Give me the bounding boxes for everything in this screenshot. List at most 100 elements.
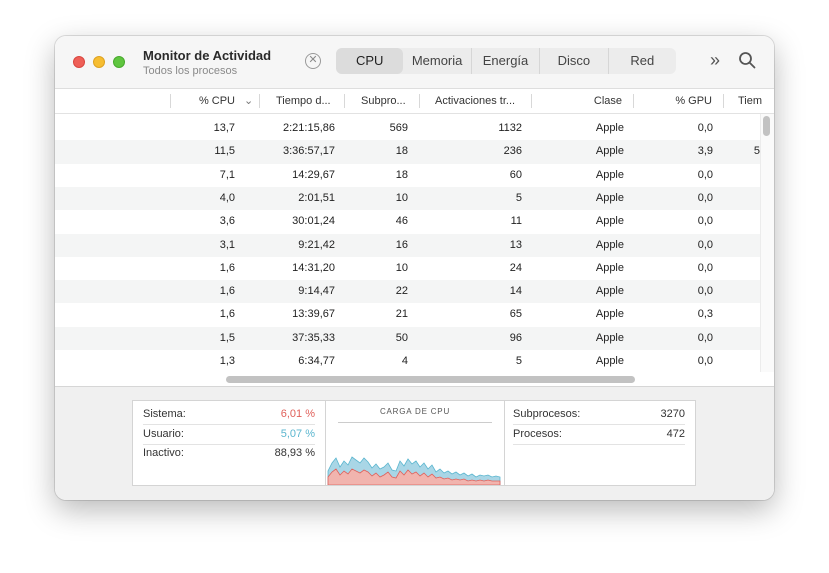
cell-wakeups: 1132	[498, 122, 522, 134]
cell-cpu: 1,6	[219, 308, 235, 321]
search-icon[interactable]	[738, 51, 756, 69]
cell-threads: 10	[395, 191, 408, 204]
table-row[interactable]: 7,1 14:29,67 18 60 Apple 0,0	[55, 164, 760, 187]
cell-threads: 4	[401, 355, 408, 367]
vertical-scroll-track[interactable]	[760, 114, 774, 372]
table-row[interactable]: 4,0 2:01,51 10 5 Apple 0,0	[55, 186, 760, 211]
processes-stat: Procesos: 472	[513, 425, 685, 445]
cell-threads: 18	[395, 145, 408, 158]
cell-time: 9:14,47	[298, 285, 335, 298]
table-row[interactable]: 3,6 30:01,24 46 11 Apple 0,0	[55, 210, 760, 233]
processes-label: Procesos:	[513, 428, 562, 440]
titlebar: Monitor de Actividad Todos los procesos …	[55, 36, 774, 89]
system-value: 6,01 %	[280, 408, 315, 420]
table-row[interactable]: 1,3 6:34,77 4 5 Apple 0,0	[55, 350, 760, 372]
column-header-cpu[interactable]: % CPU	[173, 89, 235, 113]
cell-wakeups: 5	[515, 191, 522, 204]
window-title: Monitor de Actividad	[143, 48, 272, 63]
cell-wakeups: 60	[509, 168, 522, 181]
cell-wakeups: 13	[509, 238, 522, 251]
column-header-threads[interactable]: Subpro...	[361, 89, 413, 113]
process-table: 13,7 2:21:15,86 569 1132 Apple 0,0 11,5 3:36:57…	[55, 114, 760, 372]
tab-cpu[interactable]: CPU	[336, 48, 404, 74]
cell-time: 9:21,42	[298, 238, 335, 251]
table-row[interactable]: 1,6 9:14,47 22 14 Apple 0,0	[55, 280, 760, 304]
cell-time: 3:36:57,17	[283, 145, 335, 158]
cell-kind: Apple	[595, 215, 624, 228]
cell-wakeups: 65	[509, 308, 522, 321]
column-header-gpu[interactable]: % GPU	[655, 89, 712, 113]
cell-kind: Apple	[595, 191, 624, 204]
table-header: % CPU ⌄ Tiempo d... Subpro... Activacion…	[55, 89, 774, 114]
cell-gpu: 0,0	[697, 191, 713, 204]
cell-cpu: 4,0	[219, 191, 235, 204]
cell-time: 2:01,51	[298, 191, 335, 204]
cell-threads: 21	[395, 308, 408, 321]
table-row[interactable]: 13,7 2:21:15,86 569 1132 Apple 0,0	[55, 117, 760, 140]
cell-cpu: 3,1	[219, 238, 235, 251]
cell-kind: Apple	[595, 122, 624, 134]
cell-threads: 18	[395, 168, 408, 181]
cell-time: 2:21:15,86	[283, 122, 335, 134]
horizontal-scrollbar-thumb[interactable]	[226, 376, 635, 383]
window-subtitle: Todos los procesos	[143, 65, 238, 77]
table-row[interactable]: 3,1 9:21,42 16 13 Apple 0,0	[55, 233, 760, 257]
tab-bar: CPU Memoria Energía Disco Red	[336, 48, 676, 74]
column-header-time[interactable]: Tiempo d...	[276, 89, 346, 113]
activity-monitor-window: Monitor de Actividad Todos los procesos …	[55, 36, 774, 500]
tab-energia[interactable]: Energía	[472, 48, 541, 74]
tab-red[interactable]: Red	[609, 48, 676, 74]
cell-gpu: 0,0	[697, 261, 713, 274]
cell-gpu: 0,0	[697, 331, 713, 344]
zoom-window-button[interactable]	[113, 56, 125, 68]
vertical-scrollbar-thumb[interactable]	[763, 116, 770, 136]
table-row[interactable]: 1,5 37:35,33 50 96 Apple 0,0	[55, 326, 760, 350]
cell-gpu: 3,9	[697, 145, 713, 158]
cell-time: 14:31,20	[292, 261, 335, 274]
cell-gpu: 0,0	[697, 355, 713, 367]
cell-kind: Apple	[595, 308, 624, 321]
cell-time: 6:34,77	[298, 355, 335, 367]
cell-gpu: 0,0	[697, 238, 713, 251]
cell-cpu: 1,6	[219, 261, 235, 274]
threads-label: Subprocesos:	[513, 408, 581, 420]
processes-value: 472	[666, 428, 685, 440]
cell-threads: 22	[395, 285, 408, 298]
column-header-gpu-time[interactable]: Tiem	[738, 89, 774, 113]
cell-wakeups: 14	[509, 285, 522, 298]
cpu-summary-panel: Sistema: 6,01 % Usuario: 5,07 % Inactivo…	[55, 386, 774, 500]
idle-label: Inactivo:	[143, 447, 184, 459]
idle-stat: Inactivo: 88,93 %	[143, 444, 315, 463]
column-header-kind[interactable]: Clase	[555, 89, 622, 113]
cell-kind: Apple	[595, 331, 624, 344]
cell-cpu: 1,3	[219, 355, 235, 367]
cell-gpu: 0,0	[697, 215, 713, 228]
cell-gpu: 0,0	[697, 122, 713, 134]
cell-wakeups: 236	[503, 145, 522, 158]
more-tabs-icon[interactable]: »	[710, 50, 720, 71]
table-row[interactable]: 1,6 14:31,20 10 24 Apple 0,0	[55, 257, 760, 280]
cell-threads: 10	[395, 261, 408, 274]
cpu-load-chart	[327, 456, 501, 485]
threads-value: 3270	[660, 408, 685, 420]
cell-cpu: 1,5	[219, 331, 235, 344]
minimize-window-button[interactable]	[93, 56, 105, 68]
stop-process-button[interactable]: ✕	[305, 53, 321, 69]
close-window-button[interactable]	[73, 56, 85, 68]
table-row[interactable]: 11,5 3:36:57,17 18 236 Apple 3,9 5	[55, 140, 760, 164]
cell-cpu: 7,1	[219, 168, 235, 181]
system-label: Sistema:	[143, 408, 186, 420]
cell-threads: 46	[395, 215, 408, 228]
table-row[interactable]: 1,6 13:39,67 21 65 Apple 0,3	[55, 303, 760, 326]
cell-threads: 569	[389, 122, 408, 134]
column-header-wakeups[interactable]: Activaciones tr...	[435, 89, 525, 113]
cell-cpu: 1,6	[219, 285, 235, 298]
cpu-load-graph: CARGA DE CPU	[325, 401, 505, 485]
cell-cpu: 3,6	[219, 215, 235, 228]
cell-wakeups: 24	[509, 261, 522, 274]
cell-gpu-time: 5	[753, 145, 760, 158]
cell-threads: 16	[395, 238, 408, 251]
user-label: Usuario:	[143, 428, 184, 440]
tab-disco[interactable]: Disco	[540, 48, 609, 74]
tab-memoria[interactable]: Memoria	[403, 48, 472, 74]
